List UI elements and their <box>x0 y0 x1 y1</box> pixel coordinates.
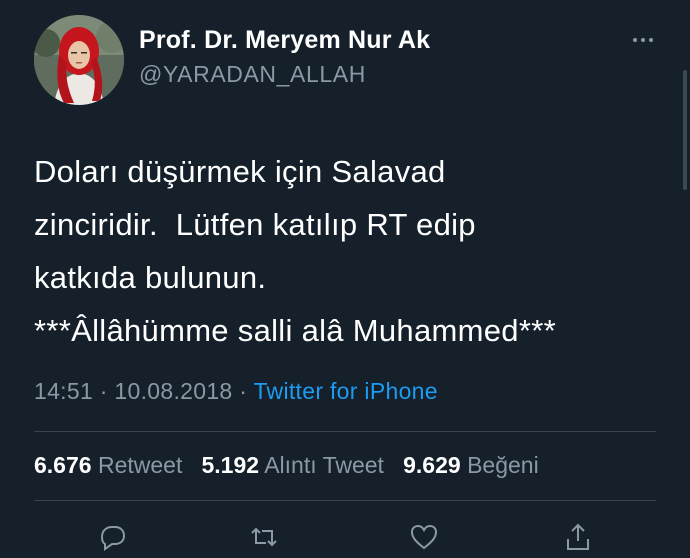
divider <box>34 431 656 432</box>
author-display-name[interactable]: Prof. Dr. Meryem Nur Ak <box>139 26 430 55</box>
divider <box>34 500 656 501</box>
quote-label: Alıntı Tweet <box>264 452 384 478</box>
retweet-button[interactable] <box>248 521 280 553</box>
tweet-text-line: Doları düşürmek için Salavad <box>34 154 446 189</box>
meta-separator: · <box>232 378 254 404</box>
tweet-text: Doları düşürmek için Salavad zinciridir.… <box>34 145 654 357</box>
tweet-text-line: zinciridir. Lütfen katılıp RT edip <box>34 207 476 242</box>
retweet-count: 6.676 <box>34 452 92 478</box>
quote-stat[interactable]: 5.192 Alıntı Tweet <box>202 452 384 478</box>
avatar[interactable] <box>34 15 124 105</box>
action-bar <box>0 505 690 551</box>
profile-photo-icon <box>34 15 124 105</box>
tweet-stats: 6.676 Retweet 5.192 Alıntı Tweet 9.629 B… <box>34 452 539 479</box>
more-dot-icon <box>649 38 653 42</box>
like-label: Beğeni <box>467 452 539 478</box>
tweet-time[interactable]: 14:51 <box>34 378 93 404</box>
like-stat[interactable]: 9.629 Beğeni <box>403 452 539 478</box>
tweet-text-line: ***Âllâhümme salli alâ Muhammed*** <box>34 313 556 348</box>
like-button[interactable] <box>408 521 440 553</box>
quote-count: 5.192 <box>201 452 260 478</box>
like-icon <box>410 524 438 550</box>
share-button[interactable] <box>562 521 594 553</box>
tweet-text-line: katkıda bulunun. <box>34 260 267 295</box>
tweet-header: Prof. Dr. Meryem Nur Ak @YARADAN_ALLAH <box>0 0 690 120</box>
share-icon <box>567 523 589 550</box>
reply-icon <box>100 526 126 551</box>
tweet-meta: 14:51 · 10.08.2018 · Twitter for iPhone <box>34 378 438 405</box>
tweet-source-link[interactable]: Twitter for iPhone <box>253 378 437 404</box>
tweet-date[interactable]: 10.08.2018 <box>114 378 232 404</box>
reply-button[interactable] <box>96 521 128 553</box>
meta-separator: · <box>93 378 115 404</box>
more-dot-icon <box>641 38 645 42</box>
more-options-button[interactable] <box>628 28 658 52</box>
like-count: 9.629 <box>403 452 461 478</box>
retweet-icon <box>251 527 277 547</box>
author-handle[interactable]: @YARADAN_ALLAH <box>139 61 366 88</box>
retweet-label: Retweet <box>97 452 183 478</box>
scrollbar[interactable] <box>683 70 687 190</box>
retweet-stat[interactable]: 6.676 Retweet <box>34 452 182 478</box>
more-dot-icon <box>633 38 637 42</box>
